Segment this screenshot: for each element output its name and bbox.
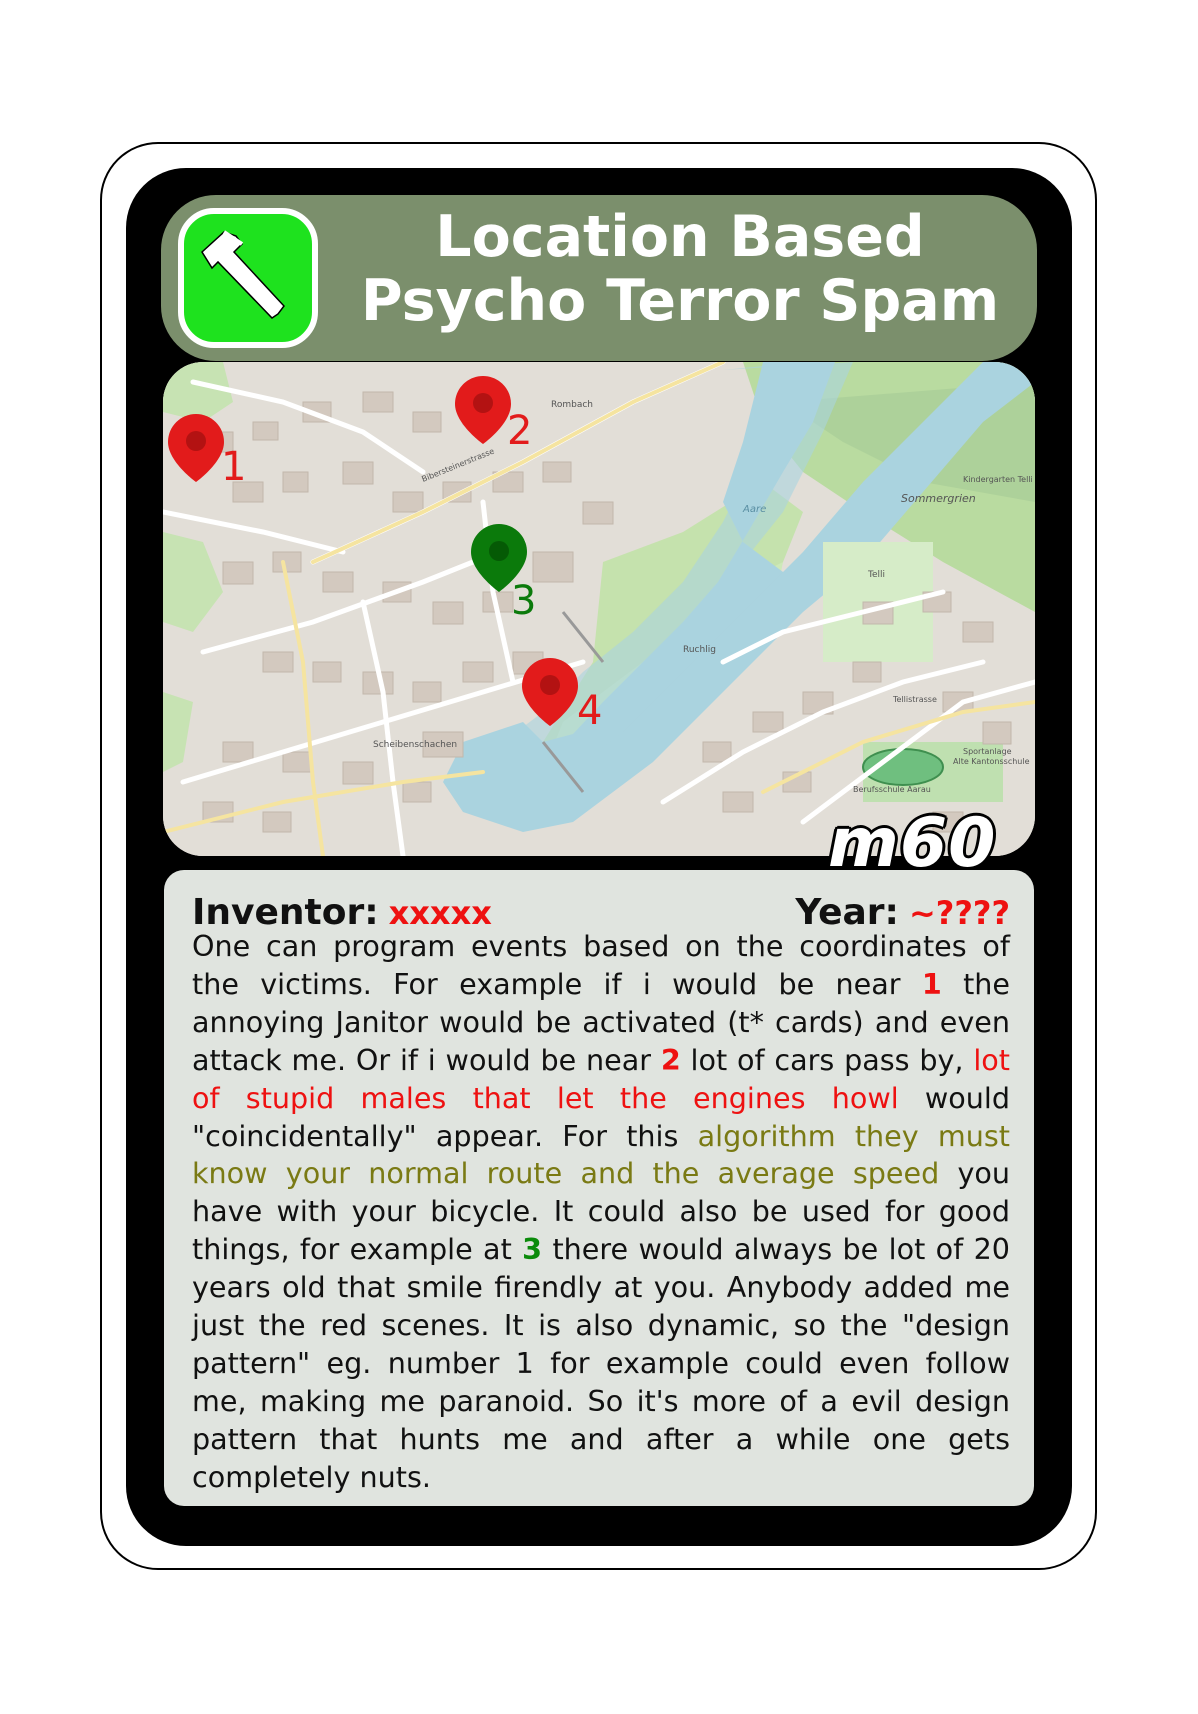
inventor-value: xxxxx [388,894,492,932]
map-label-sportanlage: Sportanlage [963,747,1012,756]
card-description: One can program events based on the coor… [192,928,1010,1497]
year-value: ~???? [908,894,1010,932]
map-label-telli: Telli [867,570,885,580]
category-badge [178,208,318,348]
desc-text-6: there would always be lot of 20 years ol… [192,1232,1010,1494]
map-label-ruchlig: Ruchlig [683,645,716,655]
map-label-alte-kantonsschule: Alte Kantonsschule [953,757,1030,766]
map-label-rombach: Rombach [551,400,593,410]
card-title: Location Based Psycho Terror Spam [330,205,1030,333]
desc-text-3: lot of cars pass by, [680,1042,974,1077]
desc-ref-2: 2 [660,1042,681,1077]
card-id-tag: m60 [828,804,997,883]
map-label-scheibenschachen: Scheibenschachen [373,740,457,750]
map-label-sommergrien: Sommergrien [901,492,976,505]
map-label-berufsschule: Berufsschule Aarau [853,785,931,794]
pin-4-label: 4 [577,688,602,734]
pin-2-label: 2 [507,408,532,454]
pin-3-label: 3 [511,578,536,624]
map-image: Rombach Sommergrien Scheibenschachen Spo… [163,362,1035,856]
inventor-label: Inventor: [192,892,379,933]
hammer-icon [201,230,285,319]
map-label-tellistrasse: Tellistrasse [892,695,937,704]
map-label-aare: Aare [742,504,766,515]
map-label-kindergarten: Kindergarten Telli [963,475,1033,484]
pin-1-label: 1 [221,444,246,490]
year-label: Year: [795,892,899,933]
desc-ref-1: 1 [921,966,942,1001]
desc-ref-3: 3 [522,1232,543,1267]
title-line-2: Psycho Terror Spam [360,268,1000,334]
desc-text-1: One can program events based on the coor… [192,929,1010,1001]
title-line-1: Location Based [435,204,925,270]
